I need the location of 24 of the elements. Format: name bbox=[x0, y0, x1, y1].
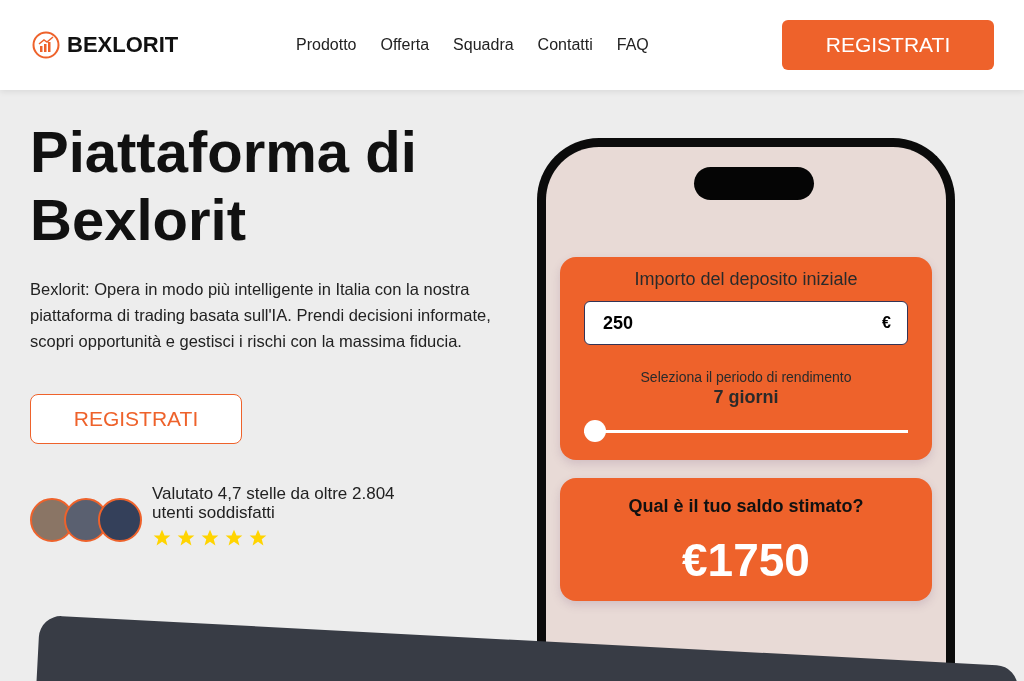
nav-link[interactable]: Prodotto bbox=[296, 36, 357, 54]
nav-link[interactable]: Contatti bbox=[537, 36, 593, 54]
nav-link[interactable]: FAQ bbox=[616, 36, 649, 54]
star-icon bbox=[152, 528, 172, 548]
star-icon bbox=[176, 528, 196, 548]
rating-text: Valutato 4,7 stelle da oltre 2.804 utenti soddisfatti bbox=[152, 484, 396, 522]
star-icon bbox=[248, 528, 268, 548]
nav-link[interactable]: Squadra bbox=[453, 36, 514, 54]
period-slider[interactable] bbox=[584, 420, 908, 442]
star-icon bbox=[224, 528, 244, 548]
hero-title: Piattaforma di Bexlorit bbox=[30, 118, 418, 254]
chart-logo-icon bbox=[32, 31, 60, 59]
result-value: €1750 bbox=[681, 533, 811, 587]
slider-thumb[interactable] bbox=[584, 420, 606, 442]
avatar bbox=[98, 498, 142, 542]
nav-link[interactable]: Offerta bbox=[380, 36, 430, 54]
period-label: Seleziona il periodo di rendimento bbox=[639, 369, 853, 385]
deposit-input-field[interactable]: 250 € bbox=[584, 301, 908, 345]
period-value: 7 giorni bbox=[712, 387, 780, 408]
star-icon bbox=[200, 528, 220, 548]
hero-description: Bexlorit: Opera in modo più intelligente in Italia con la nostra piattaforma di trading basata sull'IA. Prendi decisioni informate, scopri opportunità e gestisci i rischi con la massima fiducia. bbox=[30, 279, 492, 352]
deposit-label: Importo del deposito iniziale bbox=[633, 269, 859, 290]
result-label: Qual è il tuo saldo stimato? bbox=[627, 496, 865, 517]
brand-name: BEXLORIT bbox=[67, 32, 179, 58]
